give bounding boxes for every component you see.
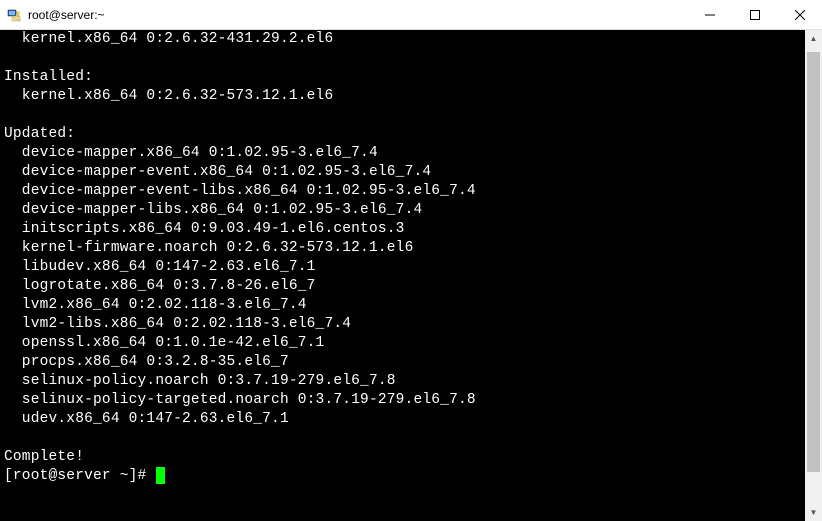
terminal-prompt-line[interactable]: [root@server ~]# [4,467,801,486]
terminal-line: kernel-firmware.noarch 0:2.6.32-573.12.1… [4,239,801,258]
terminal-line: selinux-policy-targeted.noarch 0:3.7.19-… [4,391,801,410]
terminal-line: logrotate.x86_64 0:3.7.8-26.el6_7 [4,277,801,296]
terminal-output[interactable]: kernel.x86_64 0:2.6.32-431.29.2.el6 Inst… [0,30,805,521]
scroll-up-arrow[interactable]: ▲ [805,30,822,47]
vertical-scrollbar[interactable]: ▲ ▼ [805,30,822,521]
terminal-line: selinux-policy.noarch 0:3.7.19-279.el6_7… [4,372,801,391]
terminal-area: kernel.x86_64 0:2.6.32-431.29.2.el6 Inst… [0,30,822,521]
terminal-line: Updated: [4,125,801,144]
window-title: root@server:~ [28,8,105,22]
scrollbar-thumb[interactable] [807,52,820,472]
terminal-line: Installed: [4,68,801,87]
close-button[interactable] [777,0,822,30]
terminal-line: device-mapper-event-libs.x86_64 0:1.02.9… [4,182,801,201]
terminal-line [4,429,801,448]
terminal-cursor [156,467,165,484]
terminal-line: udev.x86_64 0:147-2.63.el6_7.1 [4,410,801,429]
scroll-down-arrow[interactable]: ▼ [805,504,822,521]
terminal-line: procps.x86_64 0:3.2.8-35.el6_7 [4,353,801,372]
terminal-line: lvm2-libs.x86_64 0:2.02.118-3.el6_7.4 [4,315,801,334]
terminal-line [4,49,801,68]
terminal-line: libudev.x86_64 0:147-2.63.el6_7.1 [4,258,801,277]
terminal-line: initscripts.x86_64 0:9.03.49-1.el6.cento… [4,220,801,239]
shell-prompt: [root@server ~]# [4,468,155,484]
terminal-line: device-mapper-event.x86_64 0:1.02.95-3.e… [4,163,801,182]
terminal-line: device-mapper-libs.x86_64 0:1.02.95-3.el… [4,201,801,220]
terminal-line: lvm2.x86_64 0:2.02.118-3.el6_7.4 [4,296,801,315]
maximize-button[interactable] [732,0,777,30]
terminal-line: device-mapper.x86_64 0:1.02.95-3.el6_7.4 [4,144,801,163]
terminal-line: kernel.x86_64 0:2.6.32-431.29.2.el6 [4,30,801,49]
terminal-line: openssl.x86_64 0:1.0.1e-42.el6_7.1 [4,334,801,353]
window-controls [687,0,822,30]
window-titlebar[interactable]: root@server:~ [0,0,822,30]
terminal-line: kernel.x86_64 0:2.6.32-573.12.1.el6 [4,87,801,106]
minimize-button[interactable] [687,0,732,30]
terminal-line [4,106,801,125]
terminal-line: Complete! [4,448,801,467]
putty-icon [6,7,22,23]
